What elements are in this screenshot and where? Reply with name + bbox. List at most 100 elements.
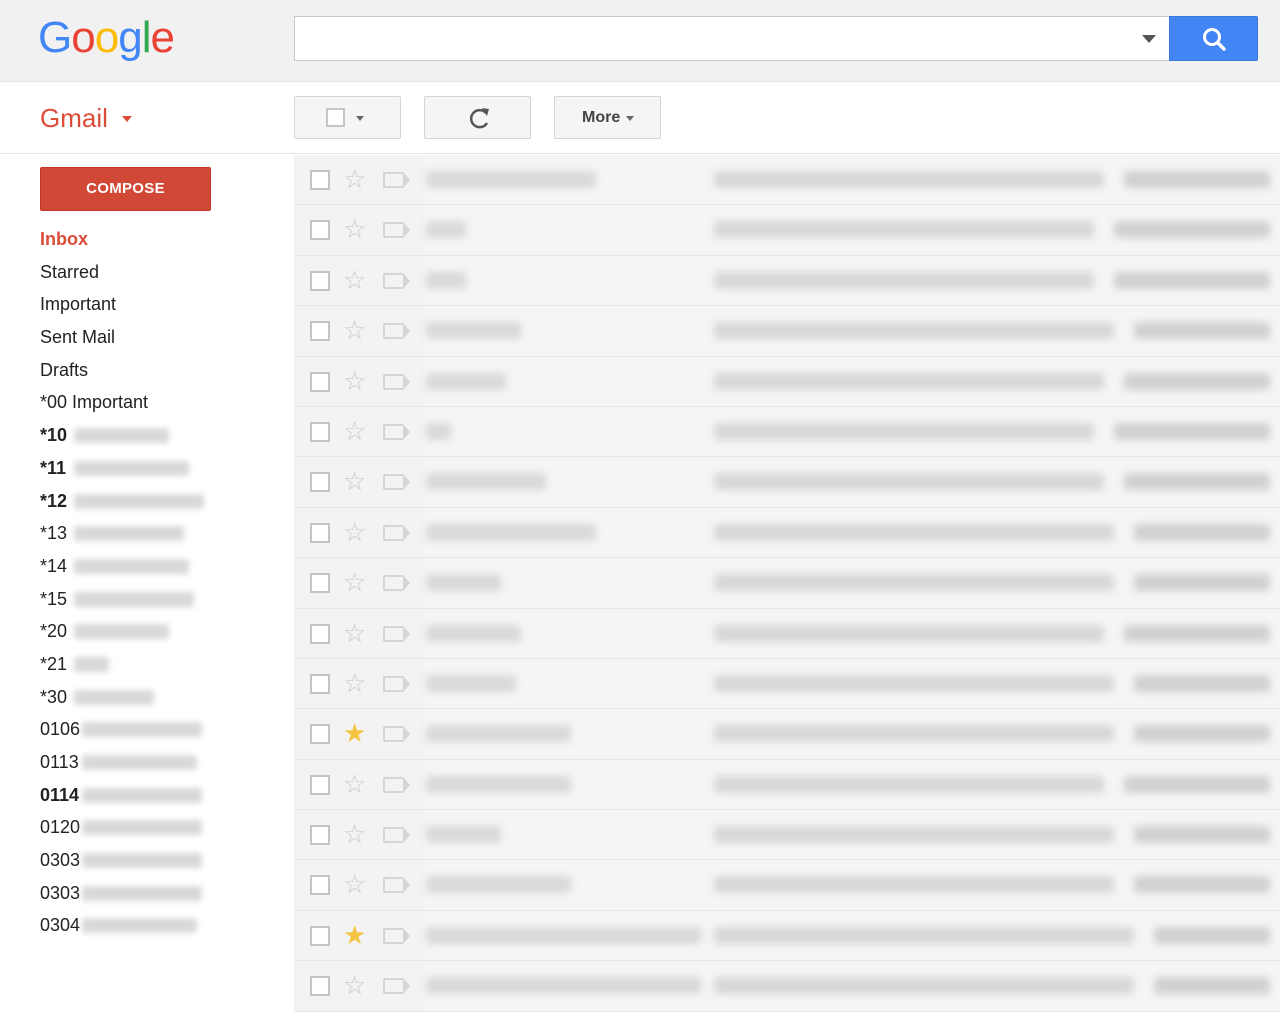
search-box[interactable] <box>294 16 1170 61</box>
sidebar-item[interactable]: Inbox <box>40 223 290 256</box>
sidebar-item[interactable]: *00 Important <box>40 386 290 419</box>
mail-row[interactable]: ☆ <box>294 558 1280 609</box>
star-icon[interactable]: ☆ <box>343 770 366 798</box>
importance-marker-icon[interactable] <box>383 575 410 592</box>
star-icon[interactable]: ☆ <box>343 870 366 898</box>
mail-row[interactable]: ☆ <box>294 507 1280 559</box>
row-checkbox[interactable] <box>310 573 330 594</box>
sidebar-item[interactable]: *12 <box>40 485 290 518</box>
row-checkbox[interactable] <box>310 371 330 392</box>
importance-marker-icon[interactable] <box>383 927 410 944</box>
row-checkbox[interactable] <box>310 170 330 190</box>
row-checkbox[interactable] <box>310 321 330 342</box>
sidebar-item[interactable]: *10 <box>40 419 290 452</box>
star-icon[interactable]: ☆ <box>343 417 366 445</box>
importance-marker-icon[interactable] <box>383 524 410 541</box>
importance-marker-icon[interactable] <box>383 172 410 188</box>
sidebar-item[interactable]: *13 <box>40 517 290 550</box>
row-checkbox[interactable] <box>310 623 330 644</box>
row-checkbox[interactable] <box>310 925 330 946</box>
star-icon[interactable]: ☆ <box>343 165 366 193</box>
sidebar-item[interactable]: 0120 <box>40 811 290 844</box>
importance-marker-icon[interactable] <box>383 625 410 642</box>
mail-row[interactable]: ☆ <box>294 306 1280 357</box>
mail-row[interactable]: ☆ <box>294 356 1280 407</box>
refresh-button[interactable] <box>424 96 531 139</box>
gmail-menu-label[interactable]: Gmail <box>40 103 108 133</box>
mail-row[interactable]: ☆ <box>294 457 1280 508</box>
star-icon[interactable]: ☆ <box>343 367 366 395</box>
importance-marker-icon[interactable] <box>383 877 410 894</box>
row-checkbox[interactable] <box>310 220 330 241</box>
importance-marker-icon[interactable] <box>383 474 410 491</box>
importance-marker-icon[interactable] <box>383 373 410 390</box>
mail-row[interactable]: ☆ <box>294 810 1280 861</box>
importance-marker-icon[interactable] <box>383 978 410 995</box>
star-icon[interactable]: ★ <box>343 921 366 949</box>
row-checkbox[interactable] <box>310 825 330 846</box>
mail-row[interactable]: ☆ <box>294 406 1280 458</box>
mail-row[interactable]: ☆ <box>294 658 1280 710</box>
compose-button[interactable]: COMPOSE <box>40 167 211 211</box>
sidebar-item[interactable]: 0303 <box>40 844 290 877</box>
star-icon[interactable]: ☆ <box>343 619 366 647</box>
importance-marker-icon[interactable] <box>383 323 410 340</box>
row-checkbox[interactable] <box>310 522 330 543</box>
star-icon[interactable]: ☆ <box>343 467 366 495</box>
importance-marker-icon[interactable] <box>383 423 410 440</box>
row-checkbox[interactable] <box>310 472 330 493</box>
importance-marker-icon[interactable] <box>383 675 410 692</box>
star-icon[interactable]: ☆ <box>343 820 366 848</box>
importance-marker-icon[interactable] <box>383 272 410 289</box>
sidebar-item[interactable]: *30 <box>40 681 290 714</box>
star-icon[interactable]: ☆ <box>343 266 366 294</box>
mail-row[interactable]: ☆ <box>294 759 1280 811</box>
sidebar-item[interactable]: *11 <box>40 452 290 485</box>
sidebar-item[interactable]: 0304 <box>40 909 290 942</box>
mail-row[interactable]: ☆ <box>294 860 1280 911</box>
search-input[interactable] <box>295 17 1125 60</box>
row-checkbox[interactable] <box>310 976 330 997</box>
more-button[interactable]: More <box>554 96 661 139</box>
star-icon[interactable]: ★ <box>343 719 366 747</box>
mail-row[interactable]: ★ <box>294 709 1280 760</box>
sidebar-item[interactable]: 0114 <box>40 779 290 812</box>
sidebar-item[interactable]: Drafts <box>40 354 290 387</box>
search-button[interactable] <box>1169 16 1258 61</box>
star-icon[interactable]: ☆ <box>343 568 366 596</box>
importance-marker-icon[interactable] <box>383 827 410 844</box>
gmail-menu-caret-icon[interactable] <box>122 116 132 122</box>
sidebar-item[interactable]: *20 <box>40 615 290 648</box>
star-icon[interactable]: ☆ <box>343 316 366 344</box>
google-logo[interactable]: Google <box>38 12 175 64</box>
sidebar-item[interactable]: 0113 <box>40 746 290 779</box>
sidebar-item[interactable]: *14 <box>40 550 290 583</box>
mail-row[interactable]: ★ <box>294 910 1280 962</box>
sidebar-item[interactable]: *15 <box>40 583 290 616</box>
mail-row[interactable]: ☆ <box>294 255 1280 307</box>
star-icon[interactable]: ☆ <box>343 215 366 243</box>
sidebar-item[interactable]: *21 <box>40 648 290 681</box>
star-icon[interactable]: ☆ <box>343 971 366 999</box>
star-icon[interactable]: ☆ <box>343 669 366 697</box>
sidebar-item[interactable]: Important <box>40 288 290 321</box>
row-checkbox[interactable] <box>310 774 330 795</box>
star-icon[interactable]: ☆ <box>343 518 366 546</box>
importance-marker-icon[interactable] <box>383 776 410 793</box>
importance-marker-icon[interactable] <box>383 726 410 743</box>
row-checkbox[interactable] <box>310 421 330 442</box>
row-checkbox[interactable] <box>310 270 330 291</box>
mail-row[interactable]: ☆ <box>294 608 1280 659</box>
row-checkbox[interactable] <box>310 724 330 745</box>
mail-row[interactable]: ☆ <box>294 961 1280 1012</box>
sidebar-item[interactable]: Starred <box>40 256 290 289</box>
mail-row[interactable]: ☆ <box>294 155 1280 206</box>
importance-marker-icon[interactable] <box>383 222 410 239</box>
mail-row[interactable]: ☆ <box>294 205 1280 256</box>
search-options-caret-icon[interactable] <box>1142 35 1156 43</box>
row-checkbox[interactable] <box>310 875 330 896</box>
sidebar-item[interactable]: 0303 <box>40 877 290 910</box>
sidebar-item[interactable]: Sent Mail <box>40 321 290 354</box>
select-button[interactable] <box>294 96 401 139</box>
row-checkbox[interactable] <box>310 673 330 694</box>
